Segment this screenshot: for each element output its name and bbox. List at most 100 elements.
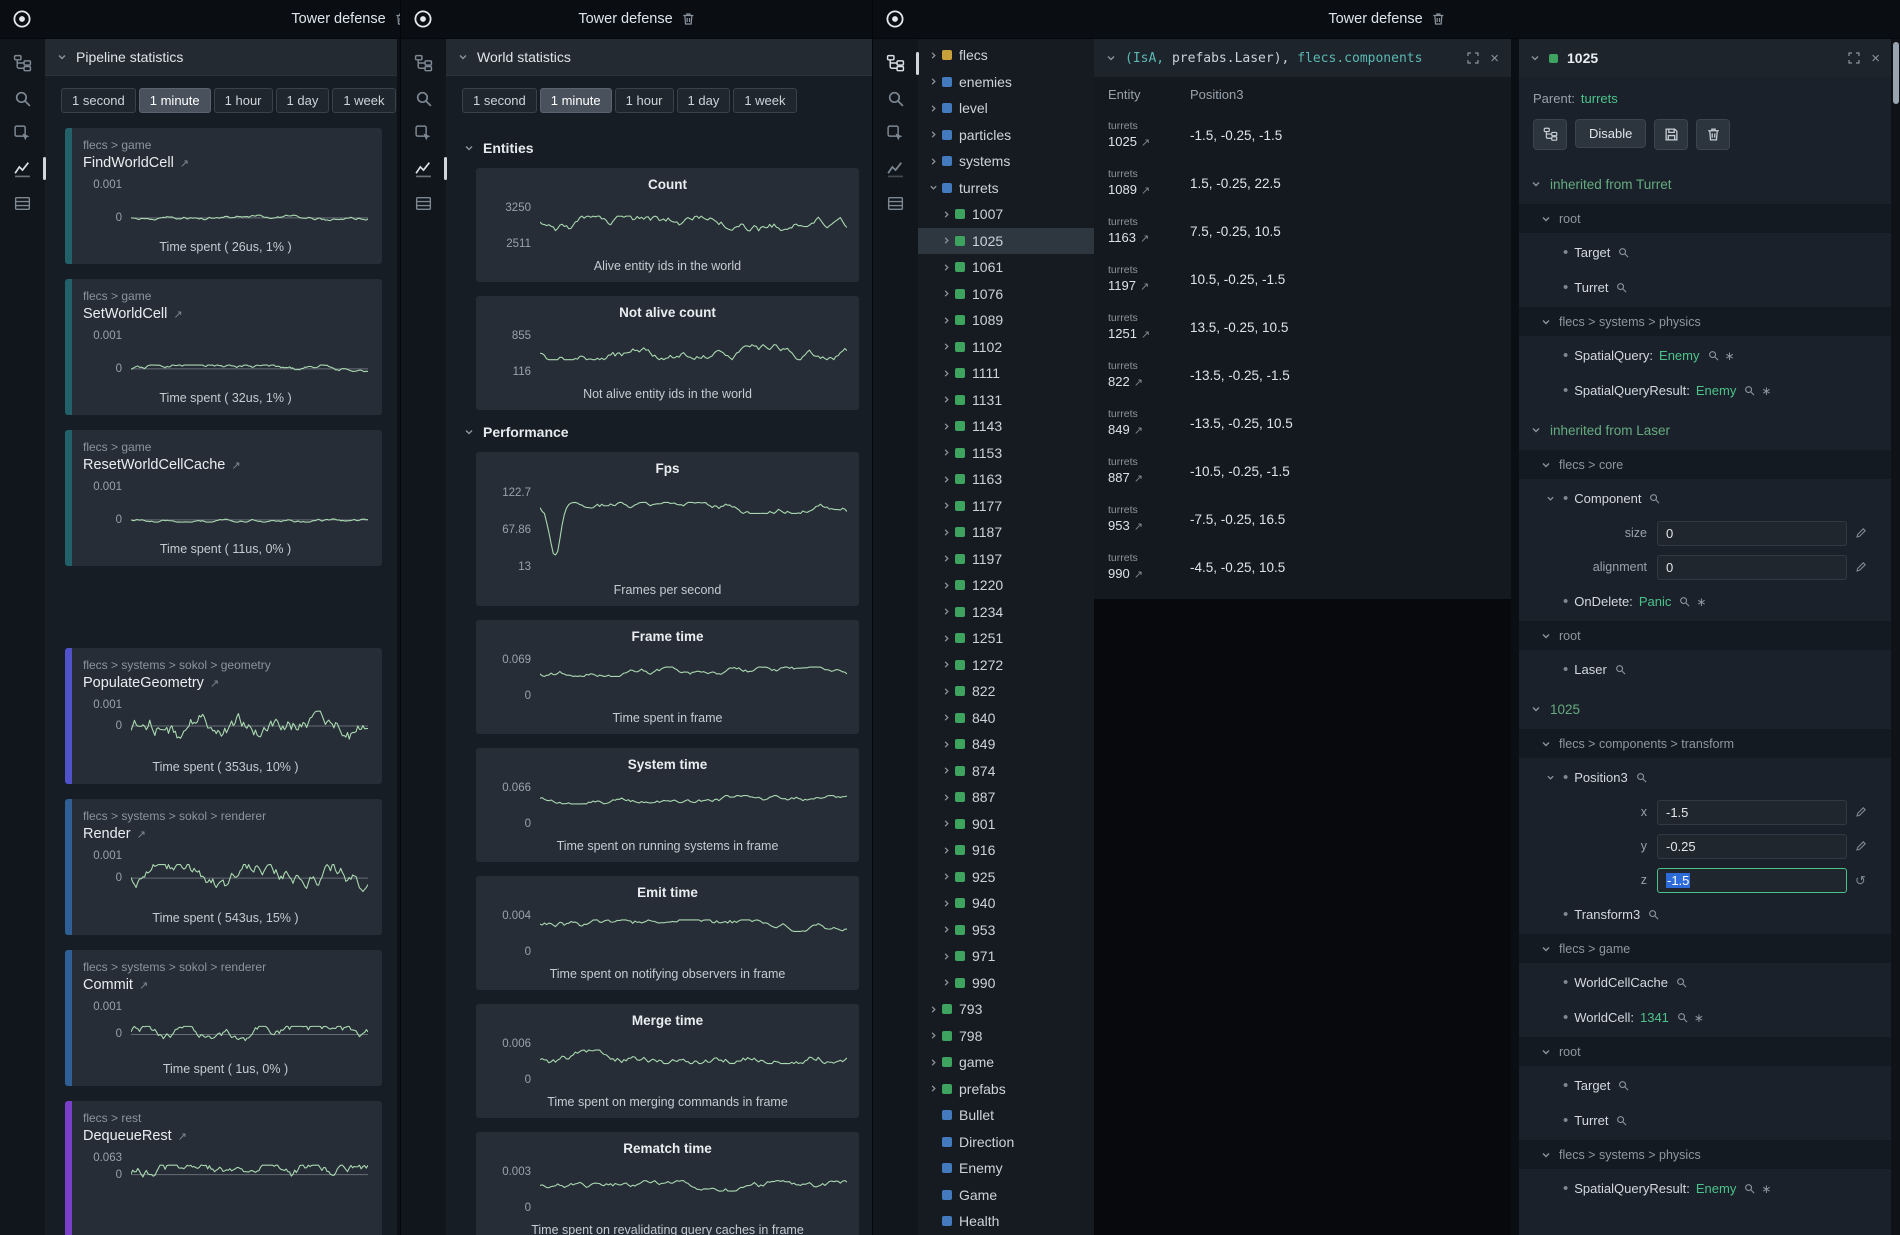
tree-item-1153[interactable]: 1153 — [918, 440, 1094, 467]
component-value-link[interactable]: Enemy — [1659, 348, 1699, 363]
tree-item-Health[interactable]: Health — [918, 1208, 1094, 1235]
component-value-link[interactable]: Enemy — [1696, 1181, 1736, 1196]
component-row-ondelete[interactable]: •OnDelete:Panic∗ — [1519, 584, 1891, 619]
tree-item-793[interactable]: 793 — [918, 996, 1094, 1023]
tree-item-1163[interactable]: 1163 — [918, 466, 1094, 493]
chevron-right-icon[interactable] — [939, 289, 954, 298]
inspector-icon[interactable] — [11, 121, 35, 145]
edit-icon[interactable] — [1855, 527, 1867, 539]
tree-item-916[interactable]: 916 — [918, 837, 1094, 864]
chevron-right-icon[interactable] — [926, 51, 941, 60]
tab-1-minute[interactable]: 1 minute — [540, 88, 612, 113]
chevron-right-icon[interactable] — [926, 130, 941, 139]
tree-item-1025[interactable]: 1025 — [918, 228, 1094, 255]
magnifier-icon[interactable] — [1649, 493, 1660, 504]
close-icon[interactable]: × — [1871, 51, 1880, 66]
chevron-right-icon[interactable] — [939, 501, 954, 510]
close-icon[interactable]: × — [1490, 51, 1499, 66]
chevron-right-icon[interactable] — [939, 872, 954, 881]
component-value-link[interactable]: Enemy — [1696, 383, 1736, 398]
search-icon[interactable] — [884, 86, 908, 110]
tree-item-1007[interactable]: 1007 — [918, 201, 1094, 228]
tree-item-1076[interactable]: 1076 — [918, 281, 1094, 308]
inspector-icon[interactable] — [884, 121, 908, 145]
field-input-y[interactable]: -0.25 — [1657, 834, 1847, 859]
inspector-section-inherited-from-laser[interactable]: inherited from Laser — [1519, 412, 1891, 448]
search-icon[interactable] — [412, 86, 436, 110]
tree-item-1143[interactable]: 1143 — [918, 413, 1094, 440]
tree-item-level[interactable]: level — [918, 95, 1094, 122]
search-icon[interactable] — [11, 86, 35, 110]
inspector-icon[interactable] — [412, 121, 436, 145]
field-input-size[interactable]: 0 — [1657, 521, 1847, 546]
chevron-right-icon[interactable] — [939, 793, 954, 802]
chevron-right-icon[interactable] — [926, 1084, 941, 1093]
chevron-right-icon[interactable] — [939, 766, 954, 775]
outliner-icon[interactable] — [11, 51, 35, 75]
tab-1-second[interactable]: 1 second — [61, 88, 136, 113]
component-value-link[interactable]: 1341 — [1640, 1010, 1669, 1025]
module-path-row[interactable]: flecs > game — [1519, 934, 1891, 963]
query-row-1163[interactable]: turrets1163↗7.5, -0.25, 10.5 — [1094, 207, 1511, 255]
panel-header-world-statistics[interactable]: World statistics — [446, 39, 873, 76]
chevron-right-icon[interactable] — [926, 104, 941, 113]
tree-item-game[interactable]: game — [918, 1049, 1094, 1076]
edit-icon[interactable] — [1855, 806, 1867, 818]
delete-button[interactable] — [1696, 119, 1730, 150]
chevron-right-icon[interactable] — [939, 528, 954, 537]
inspector-section-inherited-from-turret[interactable]: inherited from Turret — [1519, 166, 1891, 202]
chevron-right-icon[interactable] — [939, 554, 954, 563]
chevron-right-icon[interactable] — [939, 846, 954, 855]
edit-icon[interactable] — [1855, 561, 1867, 573]
tree-item-940[interactable]: 940 — [918, 890, 1094, 917]
tree-item-particles[interactable]: particles — [918, 122, 1094, 149]
component-row-position3[interactable]: •Position3 — [1519, 760, 1891, 795]
chevron-right-icon[interactable] — [939, 422, 954, 431]
tree-item-prefabs[interactable]: prefabs — [918, 1076, 1094, 1103]
tree-item-925[interactable]: 925 — [918, 864, 1094, 891]
component-row-worldcellcache[interactable]: •WorldCellCache — [1519, 965, 1891, 1000]
chevron-right-icon[interactable] — [939, 899, 954, 908]
open-link-icon[interactable]: ↗ — [180, 157, 189, 170]
tree-item-971[interactable]: 971 — [918, 943, 1094, 970]
chevron-right-icon[interactable] — [926, 157, 941, 166]
chevron-right-icon[interactable] — [926, 77, 941, 86]
tree-item-1177[interactable]: 1177 — [918, 493, 1094, 520]
open-link-icon[interactable]: ↗ — [137, 828, 146, 841]
tree-view-button[interactable] — [1533, 119, 1567, 150]
tab-1-day[interactable]: 1 day — [276, 88, 330, 113]
open-link-icon[interactable]: ↗ — [1140, 280, 1149, 293]
field-input-alignment[interactable]: 0 — [1657, 555, 1847, 580]
open-link-icon[interactable]: ↗ — [1134, 520, 1143, 533]
tree-item-901[interactable]: 901 — [918, 811, 1094, 838]
chevron-right-icon[interactable] — [926, 1058, 941, 1067]
trash-icon[interactable] — [1432, 12, 1446, 26]
chevron-down-icon[interactable] — [926, 183, 941, 192]
open-link-icon[interactable]: ↗ — [210, 677, 219, 690]
open-link-icon[interactable]: ↗ — [1134, 376, 1143, 389]
query-row-953[interactable]: turrets953↗-7.5, -0.25, 16.5 — [1094, 495, 1511, 543]
component-value-link[interactable]: Panic — [1639, 594, 1672, 609]
expand-icon[interactable] — [1467, 52, 1479, 64]
tree-item-1234[interactable]: 1234 — [918, 599, 1094, 626]
parent-link[interactable]: turrets — [1581, 91, 1618, 106]
module-path-row[interactable]: root — [1519, 1037, 1891, 1066]
query-row-990[interactable]: turrets990↗-4.5, -0.25, 10.5 — [1094, 543, 1511, 591]
chevron-right-icon[interactable] — [939, 581, 954, 590]
chevron-down-icon[interactable] — [1106, 53, 1116, 63]
magnifier-icon[interactable] — [1744, 1183, 1755, 1194]
open-link-icon[interactable]: ↗ — [1140, 232, 1149, 245]
magnifier-icon[interactable] — [1677, 1012, 1688, 1023]
chevron-down-icon[interactable] — [1543, 773, 1557, 782]
open-link-icon[interactable]: ↗ — [178, 1130, 187, 1143]
chevron-right-icon[interactable] — [939, 236, 954, 245]
magnifier-icon[interactable] — [1615, 664, 1626, 675]
tree-item-1187[interactable]: 1187 — [918, 519, 1094, 546]
chevron-down-icon[interactable] — [1530, 53, 1540, 63]
component-row-turret[interactable]: •Turret — [1519, 270, 1891, 305]
query-row-822[interactable]: turrets822↗-13.5, -0.25, -1.5 — [1094, 351, 1511, 399]
chevron-right-icon[interactable] — [939, 687, 954, 696]
chevron-right-icon[interactable] — [939, 607, 954, 616]
magnifier-icon[interactable] — [1648, 909, 1659, 920]
outliner-icon[interactable] — [412, 51, 436, 75]
